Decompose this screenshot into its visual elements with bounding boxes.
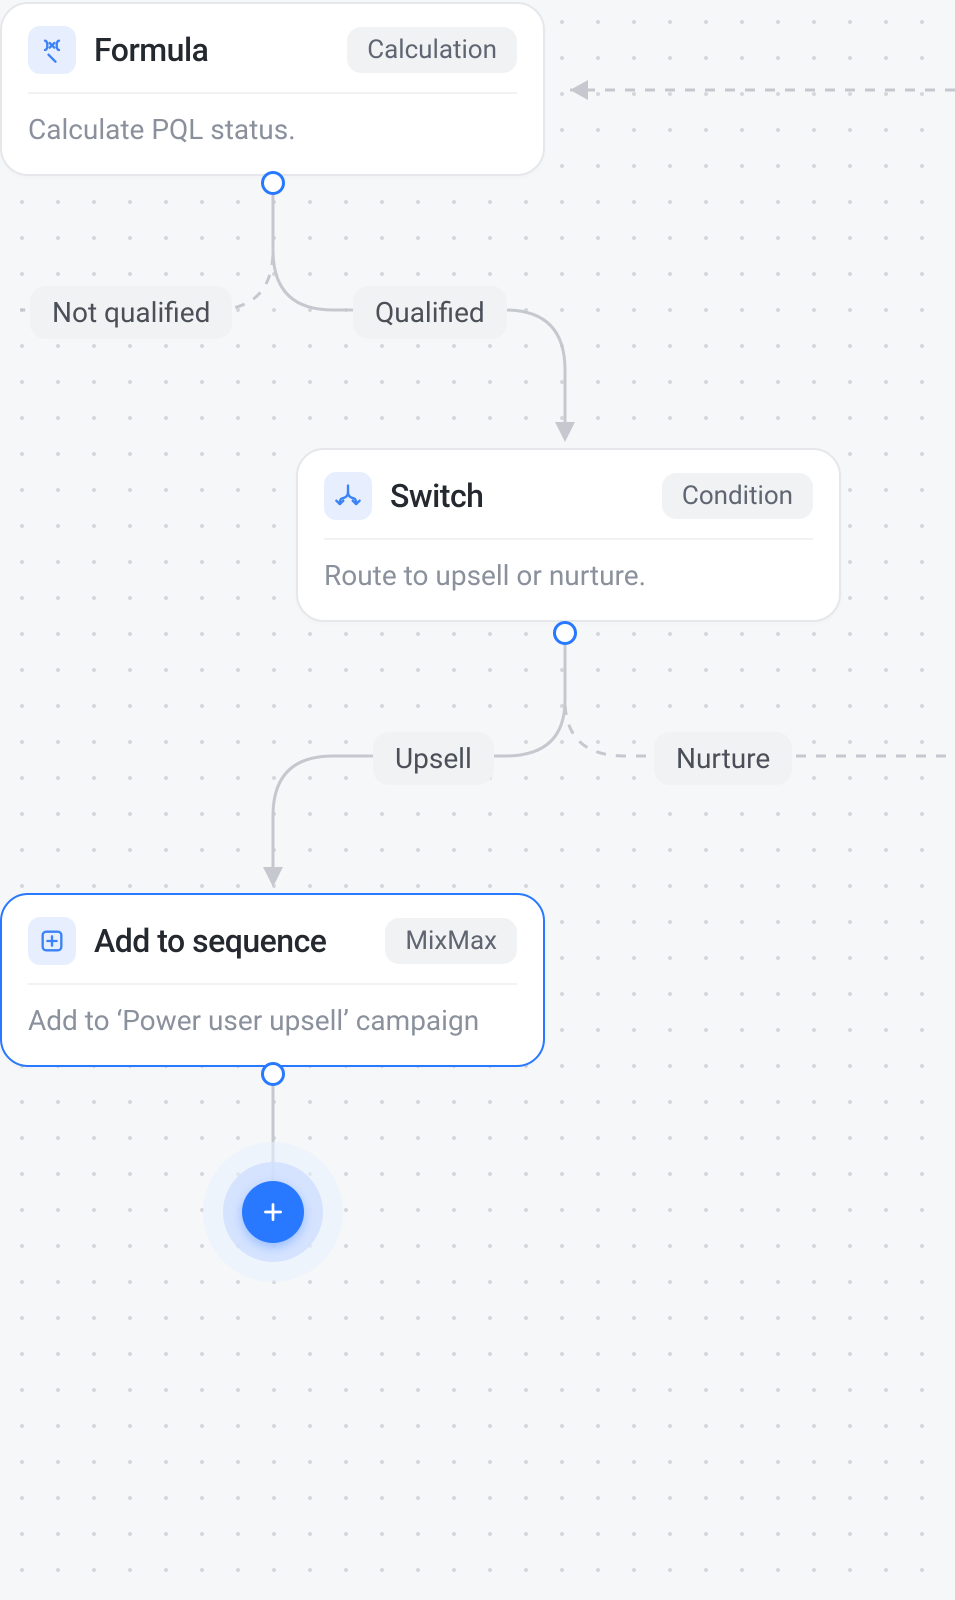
node-header: Switch Condition bbox=[324, 472, 813, 540]
branch-nurture[interactable]: Nurture bbox=[654, 732, 792, 785]
workflow-canvas[interactable] bbox=[0, 0, 955, 1600]
node-formula[interactable]: Formula Calculation Calculate PQL status… bbox=[0, 2, 545, 176]
branch-upsell[interactable]: Upsell bbox=[373, 732, 494, 785]
output-port-sequence[interactable] bbox=[261, 1062, 285, 1086]
branch-qualified[interactable]: Qualified bbox=[353, 286, 507, 339]
node-switch[interactable]: Switch Condition Route to upsell or nurt… bbox=[296, 448, 841, 622]
node-type-badge: MixMax bbox=[385, 918, 517, 964]
node-description: Add to ‘Power user upsell’ campaign bbox=[28, 1003, 517, 1039]
node-header-left: Add to sequence bbox=[28, 917, 326, 965]
node-header-left: Formula bbox=[28, 26, 208, 74]
node-title: Switch bbox=[390, 477, 483, 515]
node-type-badge: Calculation bbox=[347, 27, 517, 73]
node-header-left: Switch bbox=[324, 472, 483, 520]
add-step-button[interactable] bbox=[242, 1181, 304, 1243]
node-header: Add to sequence MixMax bbox=[28, 917, 517, 985]
node-header: Formula Calculation bbox=[28, 26, 517, 94]
add-to-sequence-icon bbox=[28, 917, 76, 965]
output-port-formula[interactable] bbox=[261, 171, 285, 195]
node-description: Calculate PQL status. bbox=[28, 112, 517, 148]
plus-icon bbox=[260, 1199, 286, 1225]
node-description: Route to upsell or nurture. bbox=[324, 558, 813, 594]
add-step-wrap bbox=[203, 1142, 343, 1282]
branch-not-qualified[interactable]: Not qualified bbox=[30, 286, 232, 339]
node-add-to-sequence[interactable]: Add to sequence MixMax Add to ‘Power use… bbox=[0, 893, 545, 1067]
node-title: Add to sequence bbox=[94, 922, 326, 960]
output-port-switch[interactable] bbox=[553, 621, 577, 645]
node-type-badge: Condition bbox=[662, 473, 813, 519]
formula-icon bbox=[28, 26, 76, 74]
switch-icon bbox=[324, 472, 372, 520]
node-title: Formula bbox=[94, 31, 208, 69]
